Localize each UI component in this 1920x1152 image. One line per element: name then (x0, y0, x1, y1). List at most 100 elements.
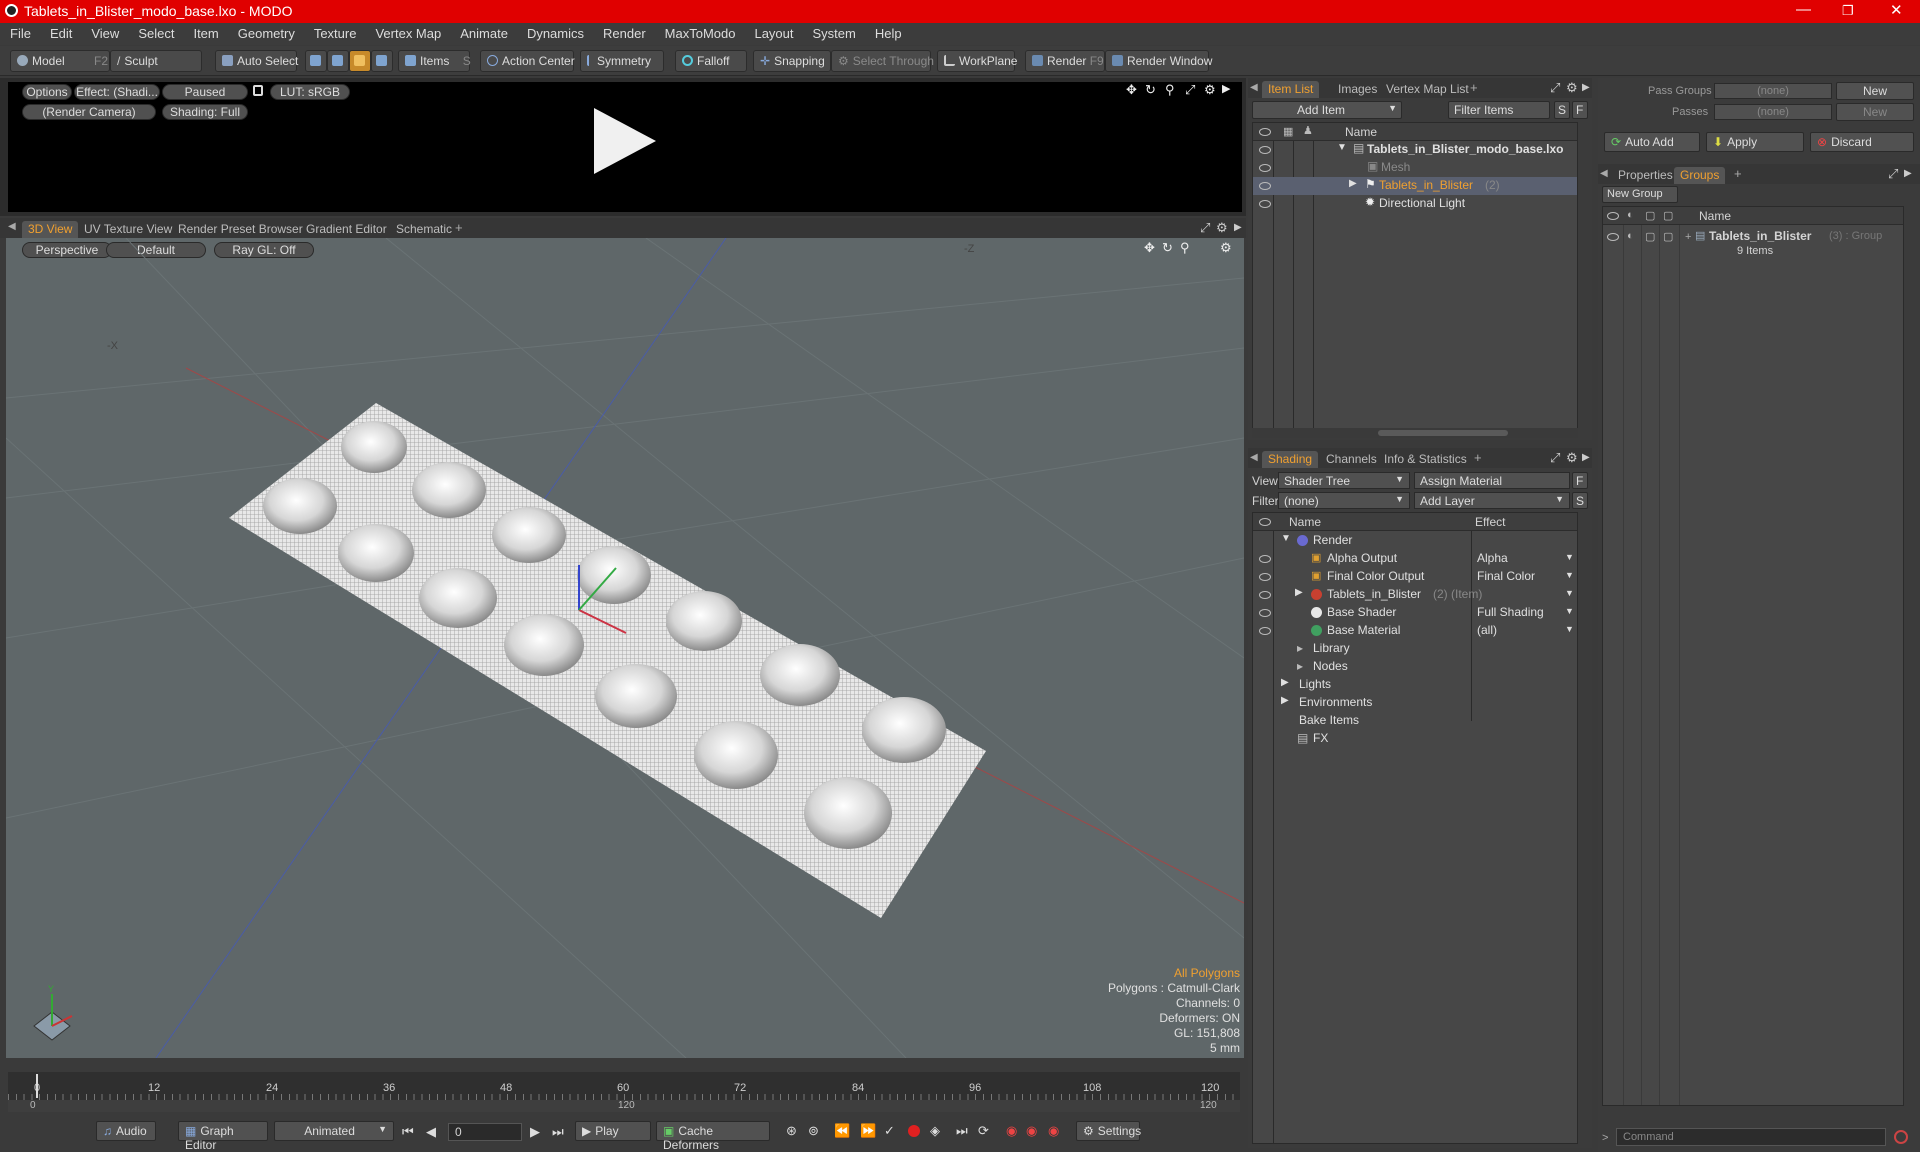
loop-icon[interactable]: ⟳ (978, 1123, 989, 1139)
menu-geometry[interactable]: Geometry (228, 23, 304, 45)
menu-vertex-map[interactable]: Vertex Map (365, 23, 450, 45)
shader-row-bake-items[interactable]: Bake Items (1253, 712, 1577, 730)
menu-file[interactable]: File (0, 23, 40, 45)
key-filter-icon[interactable]: ✓ (884, 1123, 895, 1139)
shading-arrow-icon[interactable]: ▶ (1582, 452, 1590, 463)
settings-button[interactable]: ⚙ Settings (1076, 1121, 1141, 1141)
expand-arrow-icon[interactable]: ▶ (1222, 82, 1230, 95)
panel-menu-icon[interactable]: ◀ (8, 221, 16, 232)
visibility-eye-icon[interactable] (1259, 609, 1271, 617)
expand-right-icon[interactable]: ▶ (1281, 677, 1289, 688)
item-add-tab-icon[interactable]: + (1470, 80, 1478, 95)
pass-groups-dropdown[interactable]: (none) (1714, 83, 1832, 99)
viewport-gear-icon[interactable]: ⚙ (1216, 220, 1228, 236)
shader-row-lights[interactable]: ▶ Lights (1253, 676, 1577, 694)
shader-row-environments[interactable]: ▶ Environments (1253, 694, 1577, 712)
visibility-eye-icon[interactable] (1259, 146, 1271, 154)
auto-select-button[interactable]: Auto Select (215, 50, 298, 72)
effect-chevron-icon[interactable]: ▼ (1565, 570, 1574, 580)
maximize-icon[interactable]: ⤢ (1185, 82, 1195, 98)
edges-mode-button[interactable] (327, 50, 349, 72)
item-panel-menu-icon[interactable]: ◀ (1250, 82, 1258, 93)
render-paused-button[interactable]: Paused (162, 84, 248, 100)
shader-row-group[interactable]: ▶ Tablets_in_Blister (2) (Item) ▼ (1253, 586, 1577, 604)
menu-dynamics[interactable]: Dynamics (517, 23, 593, 45)
tab-groups[interactable]: Groups (1674, 167, 1726, 184)
sculpt-button[interactable]: / Sculpt (110, 50, 202, 72)
auto-key-icon[interactable]: ⊚ (808, 1123, 819, 1139)
effect-chevron-icon[interactable]: ▼ (1565, 606, 1574, 616)
render-window-button[interactable]: Render Window (1105, 50, 1212, 72)
expand-right-icon[interactable]: ▶ (1281, 695, 1289, 706)
group-expand-icon[interactable]: + (1685, 231, 1691, 243)
pan-icon[interactable]: ✥ (1126, 82, 1137, 98)
playhead[interactable] (36, 1074, 38, 1098)
visibility-eye-icon[interactable] (1259, 164, 1271, 172)
menu-help[interactable]: Help (865, 23, 911, 45)
menu-maxtomodo[interactable]: MaxToModo (655, 23, 745, 45)
passes-dropdown[interactable]: (none) (1714, 104, 1832, 120)
filter-dropdown[interactable]: (none) ▼ (1278, 492, 1410, 509)
effect-chevron-icon[interactable]: ▼ (1565, 588, 1574, 598)
key-clear-icon[interactable]: ◉ (1026, 1123, 1037, 1139)
graph-editor-button[interactable]: ▦ Graph Editor (178, 1121, 268, 1152)
filter-s-button[interactable]: S (1554, 101, 1570, 119)
falloff-button[interactable]: Falloff (675, 50, 747, 72)
go-to-end-icon[interactable]: ⏭ (552, 1124, 564, 1140)
skip-icon[interactable]: ⏭ (956, 1123, 968, 1139)
expand-right-icon[interactable]: ▶ (1295, 587, 1303, 598)
key-delete-icon[interactable]: ◉ (1006, 1123, 1017, 1139)
expand-down-icon[interactable]: ▼ (1337, 142, 1347, 153)
workplane-button[interactable]: WorkPlane (937, 50, 1017, 72)
tab-vertex-map-list[interactable]: Vertex Map List (1380, 81, 1475, 98)
effect-chevron-icon[interactable]: ▼ (1565, 552, 1574, 562)
new-pass-button[interactable]: New (1836, 103, 1914, 121)
key-set-icon[interactable]: ◈ (930, 1123, 940, 1139)
visibility-eye-icon[interactable] (1259, 591, 1271, 599)
expand-right-icon[interactable]: ▶ (1349, 178, 1357, 189)
tree-row-light[interactable]: ✹ Directional Light (1253, 195, 1577, 213)
next-key-icon[interactable]: ⏩ (860, 1123, 876, 1139)
item-arrow-icon[interactable]: ▶ (1582, 82, 1590, 93)
rotate-icon[interactable]: ↻ (1145, 82, 1156, 98)
shader-row-library[interactable]: ▸ Library (1253, 640, 1577, 658)
shader-row-render[interactable]: ▼ Render (1253, 532, 1577, 550)
expand-down-icon[interactable]: ▼ (1281, 533, 1291, 544)
viewport-arrow-icon[interactable]: ▶ (1234, 222, 1242, 233)
gear-icon[interactable]: ⚙ (1204, 82, 1216, 98)
render-options-button[interactable]: Options (22, 84, 72, 100)
key-icon[interactable]: ⊛ (786, 1123, 797, 1139)
visibility-eye-icon[interactable] (1259, 555, 1271, 563)
add-layer-dropdown[interactable]: Add Layer ▼ (1414, 492, 1570, 509)
auto-add-button[interactable]: ⟳ Auto Add (1604, 132, 1700, 152)
menu-system[interactable]: System (803, 23, 865, 45)
render-camera-dropdown[interactable]: (Render Camera) (22, 104, 156, 120)
assign-material-button[interactable]: Assign Material (1414, 472, 1570, 489)
tab-info-statistics[interactable]: Info & Statistics (1378, 451, 1473, 468)
tab-render-preset-browser[interactable]: Render Preset Browser (172, 221, 309, 238)
menu-edit[interactable]: Edit (40, 23, 81, 45)
items-button[interactable]: Items S (398, 50, 471, 72)
add-layer-s-button[interactable]: S (1572, 492, 1588, 509)
command-history-icon[interactable] (1894, 1130, 1908, 1144)
tab-shading[interactable]: Shading (1262, 451, 1319, 468)
menu-layout[interactable]: Layout (744, 23, 802, 45)
3d-viewport[interactable]: Perspective Default Ray GL: Off -Z -X ✥ … (6, 238, 1244, 1058)
frame-input[interactable]: 0 (448, 1123, 522, 1141)
visibility-eye-icon[interactable] (1259, 200, 1271, 208)
shader-row-fx[interactable]: ▤ FX (1253, 730, 1577, 748)
group-lock-icon[interactable]: ▢ (1645, 230, 1655, 243)
discard-button[interactable]: ⊗ Discard (1810, 132, 1914, 152)
tab-channels[interactable]: Channels (1320, 451, 1383, 468)
shader-row-alpha[interactable]: ▣ Alpha Output Alpha ▼ (1253, 550, 1577, 568)
visibility-eye-icon[interactable] (1259, 627, 1271, 635)
tab-3d-view[interactable]: 3D View (22, 221, 79, 238)
add-tab-icon[interactable]: + (455, 220, 463, 235)
go-to-start-icon[interactable]: ⏮ (402, 1124, 414, 1140)
filter-f-button[interactable]: F (1572, 101, 1588, 119)
new-group-button[interactable]: New Group (1602, 186, 1678, 203)
item-hscrollbar[interactable] (1252, 428, 1578, 438)
tab-properties[interactable]: Properties (1612, 167, 1679, 184)
shading-panel-menu-icon[interactable]: ◀ (1250, 452, 1258, 463)
tab-images[interactable]: Images (1332, 81, 1383, 98)
